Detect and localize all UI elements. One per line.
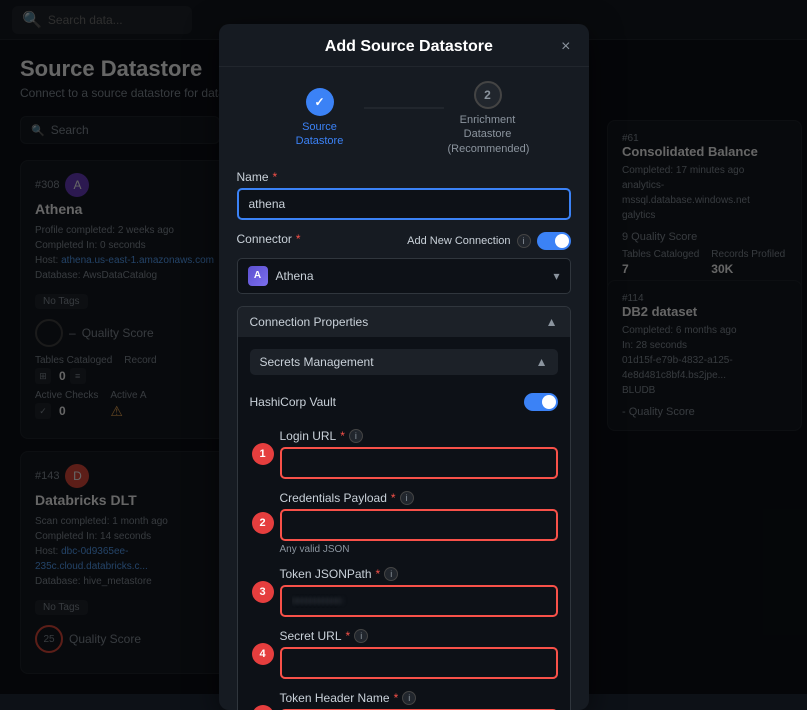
step-connector <box>364 107 444 109</box>
modal-header: Add Source Datastore × <box>219 24 589 67</box>
login-url-group: 1 Login URL * i <box>280 429 558 479</box>
connector-selected-value: Athena <box>276 269 314 283</box>
secret-url-label: Secret URL <box>280 629 342 643</box>
checkmark-icon: ✓ <box>314 95 324 109</box>
name-label: Name * <box>237 170 571 184</box>
add-source-modal: Add Source Datastore × ✓ Source Datastor… <box>219 24 589 710</box>
field-number-4: 4 <box>252 643 274 665</box>
step-1-label: Source Datastore <box>280 120 360 149</box>
step-2-circle: 2 <box>474 81 502 109</box>
conn-props-chevron: ▲ <box>546 315 558 329</box>
credentials-input[interactable] <box>280 509 558 541</box>
credentials-group: 2 Credentials Payload * i Any valid JSON <box>280 491 558 555</box>
modal-body: Name * Connector * Add New Connection i … <box>219 170 589 710</box>
login-url-info-icon[interactable]: i <box>349 429 363 443</box>
connection-properties-section: Connection Properties ▲ Secrets Manageme… <box>237 306 571 710</box>
connector-select[interactable]: A Athena ▾ <box>237 258 571 294</box>
step-1-circle: ✓ <box>306 88 334 116</box>
modal-stepper: ✓ Source Datastore 2 Enrichment Datastor… <box>219 67 589 170</box>
step-2: 2 Enrichment Datastore (Recommended) <box>448 81 528 156</box>
login-url-input[interactable] <box>280 447 558 479</box>
login-url-label: Login URL <box>280 429 337 443</box>
secrets-label: Secrets Management <box>260 355 374 369</box>
token-header-label: Token Header Name <box>280 691 390 705</box>
token-jsonpath-info-icon[interactable]: i <box>384 567 398 581</box>
secret-url-input[interactable] <box>280 647 558 679</box>
token-header-info-icon[interactable]: i <box>402 691 416 705</box>
connector-select-inner: A Athena <box>248 266 314 286</box>
step-2-label: Enrichment Datastore (Recommended) <box>448 113 528 156</box>
hashicorp-row: HashiCorp Vault <box>250 387 558 417</box>
chevron-down-icon: ▾ <box>553 269 559 283</box>
field-number-2: 2 <box>252 512 274 534</box>
field-number-5: 5 <box>252 705 274 710</box>
hashicorp-label: HashiCorp Vault <box>250 395 336 409</box>
token-jsonpath-label: Token JSONPath <box>280 567 372 581</box>
add-connection-toggle: Add New Connection i <box>407 232 570 250</box>
credentials-label: Credentials Payload <box>280 491 387 505</box>
connector-label: Connector * <box>237 232 301 246</box>
modal-title: Add Source Datastore <box>257 38 562 56</box>
token-jsonpath-group: 3 Token JSONPath * i <box>280 567 558 617</box>
conn-props-header[interactable]: Connection Properties ▲ <box>238 307 570 337</box>
credentials-hint: Any valid JSON <box>280 544 558 555</box>
secrets-chevron: ▲ <box>536 355 548 369</box>
secret-url-info-icon[interactable]: i <box>354 629 368 643</box>
conn-props-body: Secrets Management ▲ HashiCorp Vault 1 L… <box>238 337 570 710</box>
conn-props-label: Connection Properties <box>250 315 369 329</box>
name-required: * <box>273 170 278 184</box>
name-input[interactable] <box>237 188 571 220</box>
name-field-group: Name * <box>237 170 571 220</box>
connector-row: Connector * Add New Connection i <box>237 232 571 250</box>
field-number-3: 3 <box>252 581 274 603</box>
field-number-1: 1 <box>252 443 274 465</box>
add-connection-info-icon[interactable]: i <box>517 234 531 248</box>
credentials-info-icon[interactable]: i <box>400 491 414 505</box>
athena-connector-icon: A <box>248 266 268 286</box>
add-connection-toggle-switch[interactable] <box>537 232 571 250</box>
modal-close-button[interactable]: × <box>561 39 570 55</box>
secrets-management-row: Secrets Management ▲ <box>250 349 558 375</box>
token-jsonpath-input[interactable] <box>280 585 558 617</box>
add-connection-label: Add New Connection <box>407 235 510 247</box>
hashicorp-toggle[interactable] <box>524 393 558 411</box>
step-1: ✓ Source Datastore <box>280 88 360 149</box>
secret-url-group: 4 Secret URL * i <box>280 629 558 679</box>
